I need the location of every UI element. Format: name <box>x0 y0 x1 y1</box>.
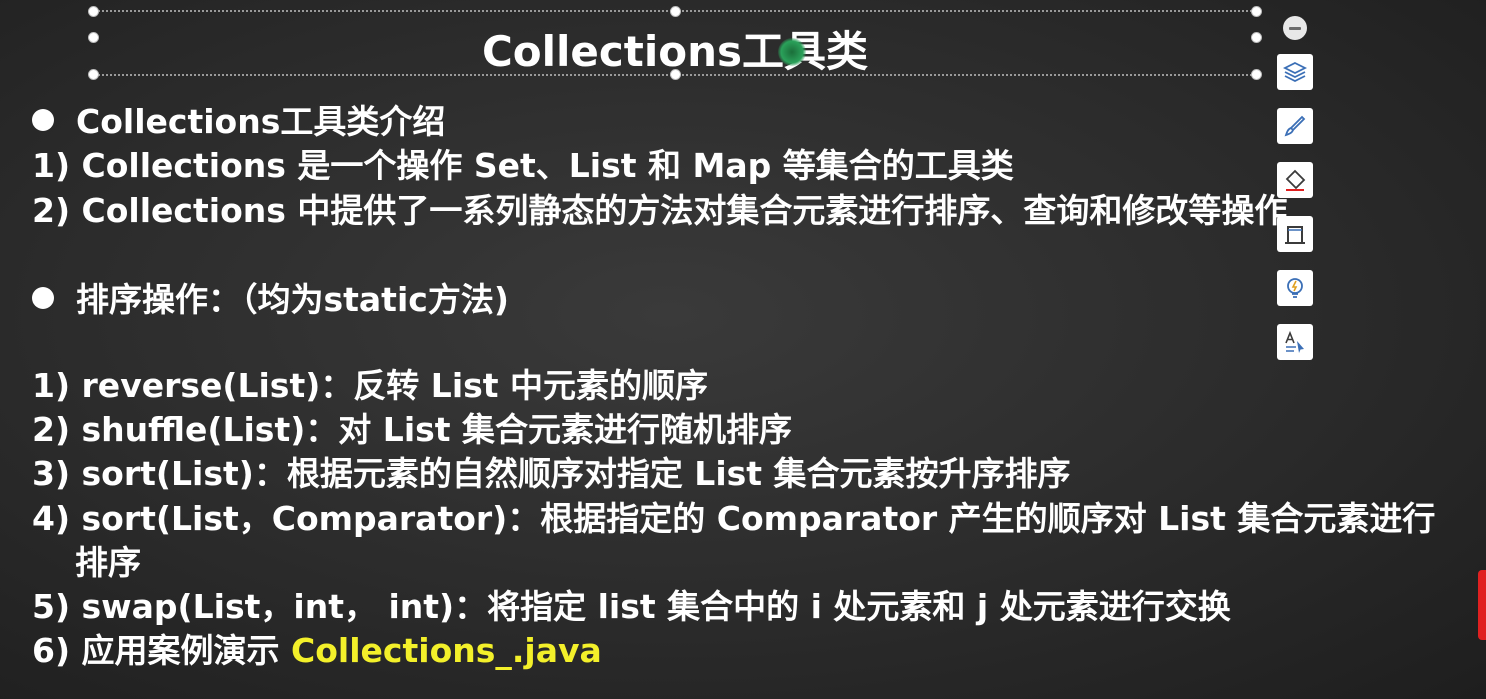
text-format-icon[interactable] <box>1277 324 1313 360</box>
demo-prefix: 6) 应用案例演示 <box>32 631 292 670</box>
slide: Collections工具类 Collections工具类介绍 1) Colle… <box>0 0 1486 699</box>
bullet-icon <box>32 287 54 309</box>
heading-intro-text: Collections工具类介绍 <box>76 102 446 141</box>
layers-icon[interactable] <box>1277 54 1313 90</box>
list-item: 2) shuffle(List)：对 List 集合元素进行随机排序 <box>32 410 793 449</box>
bullet-heading-intro: Collections工具类介绍 <box>32 100 445 144</box>
slide-title[interactable]: Collections工具类 <box>94 26 1256 78</box>
list-item: 3) sort(List)：根据元素的自然顺序对指定 List 集合元素按升序排… <box>32 454 1071 493</box>
list-item: 5) swap(List，int， int)：将指定 list 集合中的 i 处… <box>32 587 1231 626</box>
heading-sort-text: 排序操作：（均为static方法) <box>76 280 509 319</box>
bullet-icon <box>32 109 54 131</box>
list-item-continuation: 排序 <box>75 543 141 582</box>
list-item-demo: 6) 应用案例演示 Collections_.java <box>32 629 602 673</box>
minus-icon[interactable] <box>1283 16 1307 40</box>
resize-handle[interactable] <box>670 6 681 17</box>
lightbulb-icon[interactable] <box>1277 270 1313 306</box>
list-item: 1) reverse(List)：反转 List 中元素的顺序 <box>32 366 709 405</box>
title-placeholder[interactable]: Collections工具类 <box>88 6 1262 80</box>
resize-handle[interactable] <box>1251 6 1262 17</box>
list-item: 4) sort(List，Comparator)：根据指定的 Comparato… <box>32 499 1436 538</box>
pointer-cursor-icon <box>778 38 806 66</box>
brush-icon[interactable] <box>1277 108 1313 144</box>
eraser-icon[interactable] <box>1277 162 1313 198</box>
intro-line-2: 2) Collections 中提供了一系列静态的方法对集合元素进行排序、查询和… <box>32 191 1288 230</box>
frame-icon[interactable] <box>1277 216 1313 252</box>
resize-handle[interactable] <box>88 6 99 17</box>
demo-filename: Collections_.java <box>291 631 602 670</box>
intro-line-1: 1) Collections 是一个操作 Set、List 和 Map 等集合的… <box>32 146 1014 185</box>
side-tab[interactable] <box>1478 570 1486 640</box>
bullet-heading-sort: 排序操作：（均为static方法) <box>32 278 509 322</box>
